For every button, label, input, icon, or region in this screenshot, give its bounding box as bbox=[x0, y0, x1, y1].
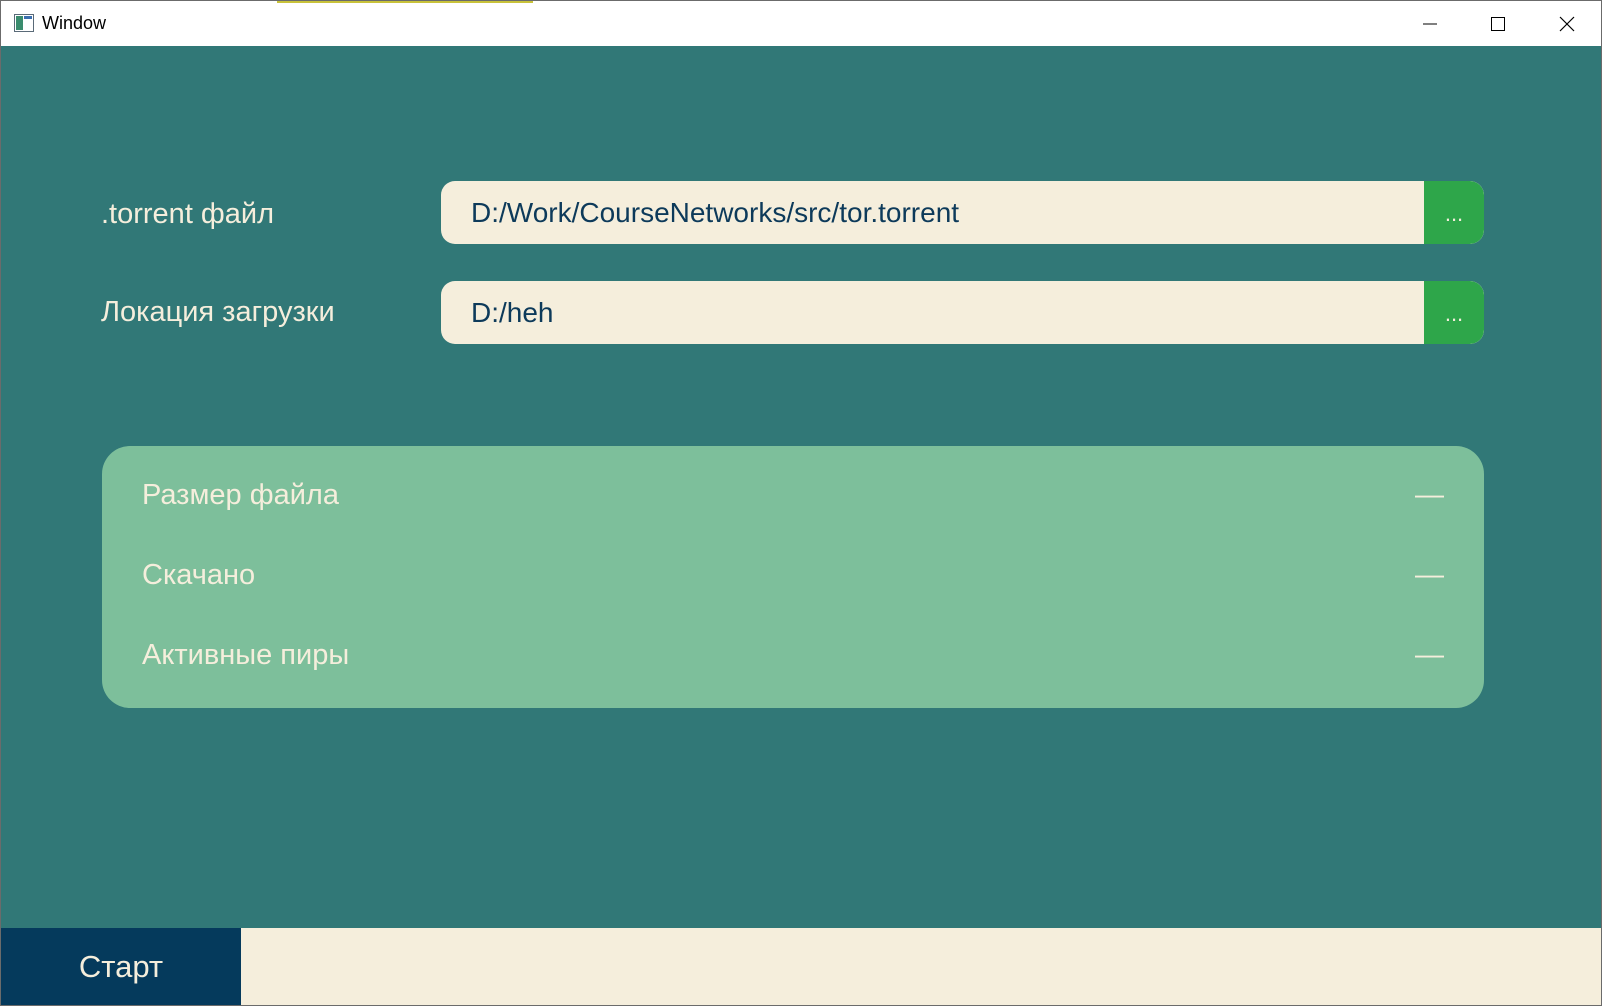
download-location-label: Локация загрузки bbox=[101, 296, 335, 328]
app-window: Window .torrent файл ... Локация загрузк… bbox=[0, 0, 1602, 1006]
bottom-bar: Старт bbox=[1, 928, 1601, 1005]
location-browse-button[interactable]: ... bbox=[1424, 281, 1484, 344]
active-peers-value: — bbox=[1415, 639, 1444, 671]
main-content: .torrent файл ... Локация загрузки ... Р… bbox=[1, 46, 1601, 928]
minimize-button[interactable] bbox=[1396, 1, 1464, 46]
download-location-input[interactable] bbox=[441, 281, 1421, 344]
info-row-active-peers: Активные пиры — bbox=[102, 639, 1484, 679]
close-button[interactable] bbox=[1533, 1, 1601, 46]
download-location-field: ... bbox=[441, 281, 1484, 344]
active-peers-label: Активные пиры bbox=[142, 639, 350, 671]
torrent-browse-button[interactable]: ... bbox=[1424, 181, 1484, 244]
downloaded-label: Скачано bbox=[142, 559, 256, 591]
app-window-icon bbox=[14, 14, 34, 32]
title-bar[interactable]: Window bbox=[1, 1, 1601, 46]
download-info-panel: Размер файла — Скачано — Активные пиры — bbox=[102, 446, 1484, 708]
window-title: Window bbox=[42, 13, 107, 33]
file-size-label: Размер файла bbox=[142, 479, 339, 511]
minimize-icon bbox=[1422, 16, 1438, 32]
title-bar-accent bbox=[277, 1, 533, 3]
file-size-value: — bbox=[1415, 479, 1444, 511]
status-area bbox=[241, 928, 1601, 1005]
maximize-button[interactable] bbox=[1464, 1, 1532, 46]
torrent-file-input[interactable] bbox=[441, 181, 1421, 244]
start-button[interactable]: Старт bbox=[1, 928, 241, 1005]
info-row-file-size: Размер файла — bbox=[102, 479, 1484, 519]
downloaded-value: — bbox=[1415, 559, 1444, 591]
torrent-file-field: ... bbox=[441, 181, 1484, 244]
torrent-file-label: .torrent файл bbox=[101, 198, 275, 230]
info-row-downloaded: Скачано — bbox=[102, 559, 1484, 599]
close-icon bbox=[1559, 16, 1575, 32]
maximize-icon bbox=[1490, 16, 1506, 32]
